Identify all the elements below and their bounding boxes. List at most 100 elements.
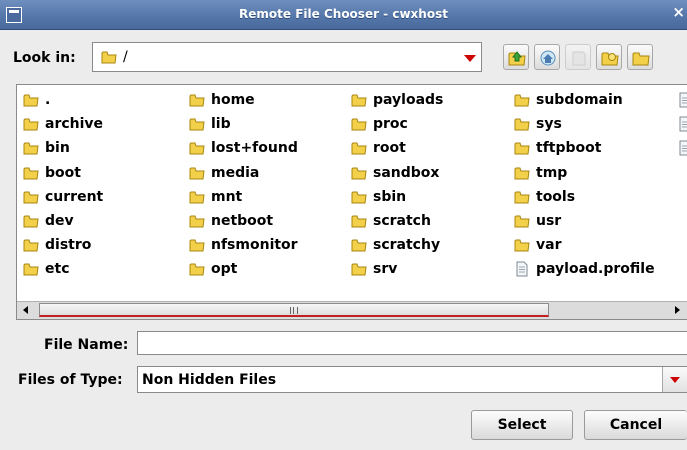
look-in-value: / [123, 49, 128, 65]
files-of-type-value: Non Hidden Files [142, 372, 277, 388]
home-button[interactable] [534, 44, 560, 70]
list-item[interactable]: archive [23, 112, 103, 136]
list-item[interactable]: tmp [514, 161, 655, 185]
file-name-label: tmp [536, 164, 568, 181]
file-name-label: subdomain [536, 92, 623, 109]
folder-icon [514, 215, 530, 228]
horizontal-scrollbar[interactable] [17, 301, 687, 319]
folder-icon [514, 191, 530, 204]
document-icon [516, 261, 528, 277]
file-name-label: var [536, 237, 562, 254]
files-of-type-combo[interactable]: Non Hidden Files [137, 366, 687, 393]
list-item[interactable]: sbin [351, 185, 443, 209]
scrollbar-thumb[interactable] [39, 303, 549, 317]
list-item[interactable]: tools [514, 185, 655, 209]
file-column: subdomain sys tftpboot tmp tools usr var… [514, 88, 655, 282]
details-view-icon [632, 52, 650, 66]
cancel-button[interactable]: Cancel [584, 410, 687, 440]
list-item[interactable]: tftpboot [514, 136, 655, 160]
list-item[interactable]: dev [23, 209, 103, 233]
file-name-label: usr [536, 213, 562, 230]
grip-icon [290, 307, 298, 314]
list-item[interactable] [677, 112, 687, 136]
scroll-left-icon[interactable] [17, 302, 35, 319]
file-name-label: netboot [211, 213, 274, 230]
file-name-label: home [211, 92, 255, 109]
list-item[interactable]: netboot [189, 209, 298, 233]
list-item[interactable]: sandbox [351, 161, 443, 185]
document-icon [679, 140, 687, 156]
file-name-label: lost+found [211, 140, 298, 157]
file-name-label: scratchy [373, 237, 441, 254]
list-item[interactable]: payloads [351, 88, 443, 112]
list-item[interactable]: sys [514, 112, 655, 136]
list-item[interactable]: srv [351, 257, 443, 281]
file-name-label: payload.profile [536, 261, 655, 278]
folder-icon [514, 239, 530, 252]
file-name-label: archive [45, 116, 104, 133]
details-view-button[interactable] [627, 44, 653, 70]
list-item[interactable]: payload.profile [514, 257, 655, 281]
folder-icon [189, 142, 205, 155]
list-item[interactable]: home [189, 88, 298, 112]
list-item[interactable]: opt [189, 257, 298, 281]
file-name-field[interactable] [137, 331, 687, 355]
file-name-label: scratch [373, 213, 431, 230]
select-button[interactable]: Select [471, 410, 573, 440]
list-item[interactable]: current [23, 185, 103, 209]
scroll-right-icon[interactable] [669, 302, 687, 319]
folder-icon [101, 49, 117, 69]
list-item[interactable]: scratchy [351, 233, 443, 257]
new-folder-button[interactable] [565, 44, 591, 70]
folder-icon [351, 239, 367, 252]
folder-icon [351, 142, 367, 155]
file-list[interactable]: . archive bin boot current dev distro et… [16, 84, 687, 320]
list-item[interactable] [677, 88, 687, 112]
up-folder-button[interactable] [503, 44, 529, 70]
file-name-label: tftpboot [536, 140, 602, 157]
folder-icon [189, 167, 205, 180]
list-item[interactable]: distro [23, 233, 103, 257]
folder-icon [23, 215, 39, 228]
file-name-label: payloads [373, 92, 444, 109]
file-name-label: sbin [373, 188, 407, 205]
list-item[interactable]: bin [23, 136, 103, 160]
file-name-label: etc [45, 261, 70, 278]
list-view-button[interactable] [596, 44, 622, 70]
folder-icon [23, 118, 39, 131]
file-name-label: distro [45, 237, 92, 254]
list-view-icon [601, 52, 619, 66]
list-item[interactable]: mnt [189, 185, 298, 209]
folder-icon [514, 118, 530, 131]
list-item[interactable] [677, 136, 687, 160]
list-item[interactable]: . [23, 88, 103, 112]
list-item[interactable]: var [514, 233, 655, 257]
file-name-label: lib [211, 116, 231, 133]
file-name-label: sandbox [373, 164, 440, 181]
list-item[interactable]: scratch [351, 209, 443, 233]
file-name-label: boot [45, 164, 81, 181]
list-item[interactable]: boot [23, 161, 103, 185]
file-column: payloads proc root sandbox sbin scratch … [351, 88, 443, 282]
list-item[interactable]: lost+found [189, 136, 298, 160]
file-name-label: proc [373, 116, 408, 133]
chevron-down-icon[interactable] [662, 367, 687, 392]
list-item[interactable]: etc [23, 257, 103, 281]
file-column [677, 88, 687, 161]
window-title: Remote File Chooser - cwxhost [239, 7, 448, 21]
list-item[interactable]: proc [351, 112, 443, 136]
folder-icon [189, 263, 205, 276]
look-in-combo[interactable]: / [92, 42, 482, 72]
chevron-down-icon[interactable] [464, 55, 476, 62]
list-item[interactable]: nfsmonitor [189, 233, 298, 257]
folder-icon [23, 142, 39, 155]
list-item[interactable]: subdomain [514, 88, 655, 112]
close-icon[interactable]: × [672, 5, 685, 20]
list-item[interactable]: root [351, 136, 443, 160]
folder-icon [23, 94, 39, 107]
list-item[interactable]: lib [189, 112, 298, 136]
list-item[interactable]: usr [514, 209, 655, 233]
list-item[interactable]: media [189, 161, 298, 185]
folder-icon [351, 263, 367, 276]
document-icon [679, 116, 687, 132]
